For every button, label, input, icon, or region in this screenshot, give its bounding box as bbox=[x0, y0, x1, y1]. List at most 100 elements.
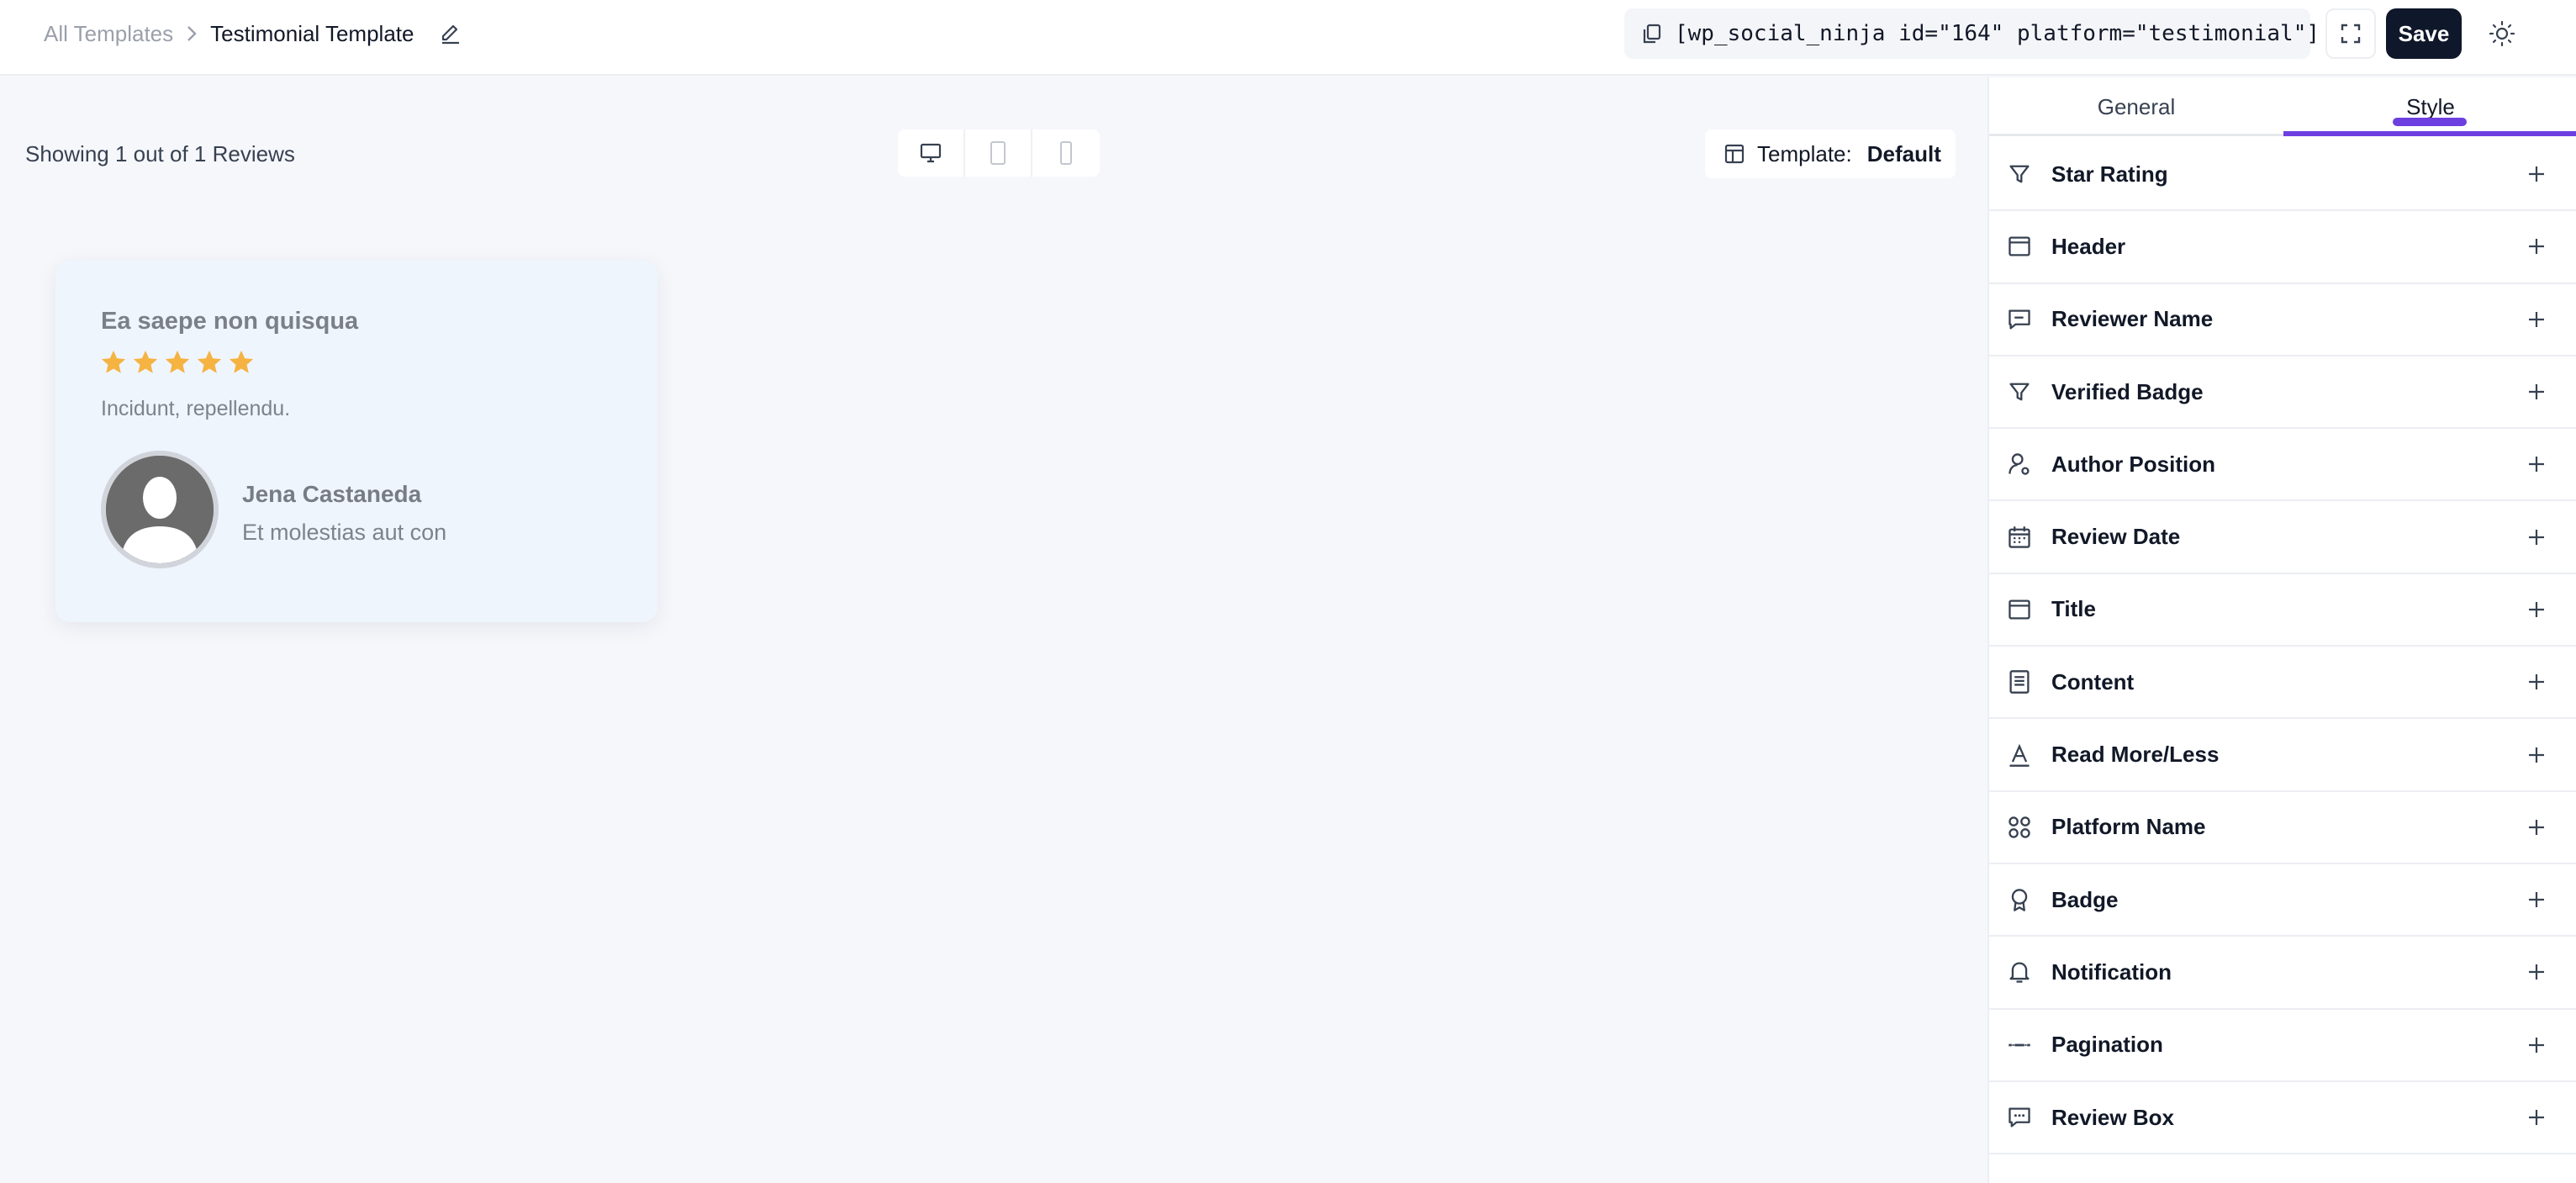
tablet-icon bbox=[990, 141, 1006, 165]
star-icon bbox=[165, 350, 190, 373]
bell-icon bbox=[2004, 957, 2035, 987]
plus-icon[interactable] bbox=[2524, 597, 2549, 622]
user-icon bbox=[2004, 449, 2035, 479]
top-bar: All Templates Testimonial Template [wp_s… bbox=[0, 0, 2576, 76]
plus-icon[interactable] bbox=[2524, 742, 2549, 768]
plus-icon[interactable] bbox=[2524, 1032, 2549, 1058]
style-section-platform-name[interactable]: Platform Name bbox=[1989, 792, 2576, 864]
plus-icon[interactable] bbox=[2524, 1105, 2549, 1130]
style-section-read-more-less[interactable]: Read More/Less bbox=[1989, 719, 2576, 792]
plus-icon[interactable] bbox=[2524, 887, 2549, 912]
plus-icon[interactable] bbox=[2524, 161, 2549, 187]
star-icon bbox=[197, 350, 222, 373]
mobile-view-button[interactable] bbox=[1032, 129, 1100, 177]
desktop-view-button[interactable] bbox=[898, 129, 965, 177]
save-button[interactable]: Save bbox=[2386, 8, 2462, 59]
settings-panel: General Style Star Rating Header Reviewer … bbox=[1987, 77, 2576, 1183]
user-silhouette-icon bbox=[106, 456, 214, 563]
chevron-right-icon bbox=[185, 24, 198, 43]
section-label: Verified Badge bbox=[2051, 378, 2204, 404]
text-icon bbox=[2004, 740, 2035, 770]
plus-icon[interactable] bbox=[2524, 379, 2549, 404]
style-section-title[interactable]: Title bbox=[1989, 574, 2576, 647]
apps-icon bbox=[2004, 812, 2035, 842]
section-label: Platform Name bbox=[2051, 814, 2206, 840]
template-value: Default bbox=[1866, 140, 1941, 166]
style-section-header[interactable]: Header bbox=[1989, 211, 2576, 284]
author-name: Jena Castaneda bbox=[242, 481, 422, 507]
section-label: Badge bbox=[2051, 886, 2119, 912]
section-label: Read More/Less bbox=[2051, 742, 2220, 768]
style-section-content[interactable]: Content bbox=[1989, 647, 2576, 720]
layout-icon bbox=[2004, 594, 2035, 625]
style-section-review-box[interactable]: Review Box bbox=[1989, 1082, 2576, 1155]
section-label: Review Date bbox=[2051, 524, 2181, 550]
section-label: Star Rating bbox=[2051, 161, 2168, 187]
award-icon bbox=[2004, 885, 2035, 915]
active-tab-underline bbox=[2283, 131, 2576, 136]
section-label: Header bbox=[2051, 233, 2126, 259]
fullscreen-button[interactable] bbox=[2325, 8, 2376, 59]
style-section-reviewer-name[interactable]: Reviewer Name bbox=[1989, 284, 2576, 356]
plus-icon[interactable] bbox=[2524, 669, 2549, 694]
filter-icon bbox=[2004, 159, 2035, 189]
edit-pencil-icon[interactable] bbox=[439, 22, 462, 45]
plus-icon[interactable] bbox=[2524, 234, 2549, 259]
style-section-author-position[interactable]: Author Position bbox=[1989, 429, 2576, 502]
shortcode-text: [wp_social_ninja id="164" platform="test… bbox=[1675, 21, 2320, 46]
tab-general[interactable]: General bbox=[1989, 77, 2283, 136]
template-layout-icon bbox=[1723, 143, 1745, 165]
style-section-notification[interactable]: Notification bbox=[1989, 937, 2576, 1010]
layout-icon bbox=[2004, 231, 2035, 261]
section-label: Review Box bbox=[2051, 1104, 2174, 1130]
review-title: Ea saepe non quisqua bbox=[101, 308, 359, 335]
showing-count: Showing 1 out of 1 Reviews bbox=[25, 141, 295, 166]
section-label: Title bbox=[2051, 596, 2096, 622]
sun-icon bbox=[2489, 20, 2515, 47]
style-section-pagination[interactable]: Pagination bbox=[1989, 1010, 2576, 1082]
panel-tabs: General Style bbox=[1989, 77, 2576, 136]
chat-box-icon bbox=[2004, 1102, 2035, 1133]
pagination-icon bbox=[2004, 1030, 2035, 1060]
preview-canvas: Showing 1 out of 1 Reviews Template: Def… bbox=[0, 77, 1986, 1183]
device-switcher bbox=[898, 129, 1100, 177]
avatar bbox=[101, 451, 219, 568]
style-section-badge[interactable]: Badge bbox=[1989, 864, 2576, 937]
message-square-icon bbox=[2004, 304, 2035, 335]
smartphone-icon bbox=[1060, 141, 1072, 165]
section-label: Pagination bbox=[2051, 1032, 2163, 1058]
section-label: Notification bbox=[2051, 959, 2172, 985]
star-rating bbox=[99, 348, 256, 377]
document-icon bbox=[2004, 667, 2035, 697]
breadcrumb-all-templates[interactable]: All Templates bbox=[44, 21, 173, 47]
expand-icon bbox=[2341, 24, 2361, 44]
style-section-review-date[interactable]: Review Date bbox=[1989, 501, 2576, 574]
section-label: Reviewer Name bbox=[2051, 306, 2214, 332]
shortcode-copy[interactable]: [wp_social_ninja id="164" platform="test… bbox=[1624, 8, 2320, 59]
tab-style[interactable]: Style bbox=[2283, 77, 2576, 136]
theme-toggle-button[interactable] bbox=[2477, 8, 2527, 59]
breadcrumb: All Templates Testimonial Template bbox=[44, 0, 462, 67]
style-sections-list: Star Rating Header Reviewer Name Verified B… bbox=[1989, 139, 2576, 1155]
copy-icon[interactable] bbox=[1641, 23, 1663, 45]
template-selector[interactable]: Template: Default bbox=[1705, 129, 1956, 178]
star-icon bbox=[101, 350, 126, 373]
style-section-verified-badge[interactable]: Verified Badge bbox=[1989, 356, 2576, 430]
plus-icon[interactable] bbox=[2524, 959, 2549, 985]
author-position: Et molestias aut con bbox=[242, 520, 447, 545]
active-tab-indicator bbox=[2393, 118, 2467, 126]
style-section-star-rating[interactable]: Star Rating bbox=[1989, 139, 2576, 212]
page-title: Testimonial Template bbox=[210, 20, 414, 46]
tablet-view-button[interactable] bbox=[965, 129, 1032, 177]
plus-icon[interactable] bbox=[2524, 815, 2549, 840]
monitor-icon bbox=[920, 143, 942, 163]
plus-icon[interactable] bbox=[2524, 525, 2549, 550]
section-label: Content bbox=[2051, 668, 2135, 694]
star-icon bbox=[229, 350, 254, 373]
review-card: Ea saepe non quisqua Incidunt, repellend… bbox=[55, 261, 657, 622]
section-label: Author Position bbox=[2051, 451, 2215, 477]
calendar-icon bbox=[2004, 522, 2035, 552]
template-label: Template: bbox=[1757, 140, 1852, 166]
plus-icon[interactable] bbox=[2524, 452, 2549, 477]
plus-icon[interactable] bbox=[2524, 307, 2549, 332]
